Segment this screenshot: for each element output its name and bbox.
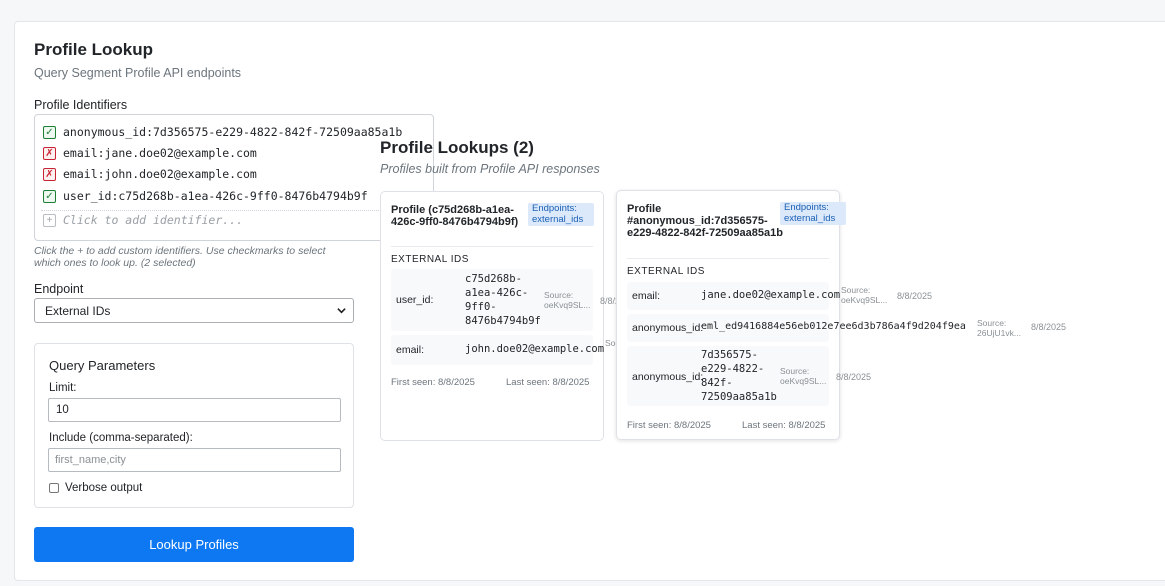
divider bbox=[391, 246, 593, 247]
external-id-value: jane.doe02@example.com bbox=[701, 289, 841, 301]
identifiers-label: Profile Identifiers bbox=[34, 98, 128, 112]
external-id-source: Source: 26UjU1vk... bbox=[977, 318, 1021, 338]
external-id-value: c75d268b-a1ea-426c-9ff0-8476b4794b9f bbox=[465, 273, 541, 327]
identifier-text: email:john.doe02@example.com bbox=[63, 167, 257, 181]
page-subtitle: Query Segment Profile API endpoints bbox=[34, 66, 242, 80]
profile-card: Profile (c75d268b-a1ea-426c-9ff0-8476b47… bbox=[380, 191, 635, 441]
include-label: Include (comma-separated): bbox=[49, 432, 193, 444]
limit-input[interactable] bbox=[48, 398, 341, 422]
external-id-key: anonymous_id: bbox=[632, 371, 704, 383]
include-input[interactable] bbox=[48, 448, 341, 472]
last-seen: Last seen: 8/8/2025 bbox=[742, 420, 826, 431]
external-id-date: 8/8/2025 bbox=[897, 291, 933, 301]
verbose-checkbox[interactable] bbox=[49, 483, 59, 493]
add-identifier-row[interactable]: + Click to add identifier... bbox=[43, 211, 243, 229]
identifier-row: ✗ email:john.doe02@example.com bbox=[43, 165, 257, 183]
query-parameters-title: Query Parameters bbox=[49, 358, 156, 373]
plus-icon[interactable]: + bbox=[43, 213, 56, 227]
identifier-row: ✓ anonymous_id:7d356575-e229-4822-842f-7… bbox=[43, 123, 402, 141]
external-id-key: user_id: bbox=[396, 294, 434, 306]
external-id-source: Source: oeKvq9SL... bbox=[780, 366, 827, 386]
checkbox-checked-icon[interactable]: ✓ bbox=[43, 125, 56, 139]
external-id-date: 8/8/2025 bbox=[836, 372, 872, 382]
chevron-down-icon bbox=[337, 308, 346, 314]
identifier-text: user_id:c75d268b-a1ea-426c-9ff0-8476b479… bbox=[63, 189, 368, 203]
endpoints-badge: Endpoints: external_ids bbox=[780, 202, 846, 225]
profile-card-title: Profile (c75d268b-a1ea-426c-9ff0-8476b47… bbox=[391, 204, 519, 228]
identifiers-help-text: Click the + to add custom identifiers. U… bbox=[34, 245, 326, 269]
checkbox-unchecked-icon[interactable]: ✗ bbox=[43, 167, 56, 181]
verbose-option[interactable]: Verbose output bbox=[49, 482, 142, 494]
section-label: EXTERNAL IDS bbox=[627, 266, 705, 277]
external-id-source: Source: oeKvq9SL... bbox=[544, 290, 591, 310]
identifiers-list: ✓ anonymous_id:7d356575-e229-4822-842f-7… bbox=[34, 114, 434, 241]
endpoint-label: Endpoint bbox=[34, 282, 84, 296]
external-id-source: Source: oeKvq9SL... bbox=[841, 285, 888, 305]
identifier-row: ✗ email:jane.doe02@example.com bbox=[43, 144, 257, 162]
checkbox-checked-icon[interactable]: ✓ bbox=[43, 189, 56, 203]
section-label: EXTERNAL IDS bbox=[391, 254, 469, 265]
external-id-key: email: bbox=[396, 344, 425, 356]
external-id-key: email: bbox=[632, 290, 661, 302]
profile-card: Profile #anonymous_id:7d356575-e229-4822… bbox=[616, 190, 1066, 440]
endpoint-selected-value: External IDs bbox=[45, 303, 111, 318]
identifier-text: email:jane.doe02@example.com bbox=[63, 146, 257, 160]
lookup-profiles-button[interactable]: Lookup Profiles bbox=[34, 527, 354, 562]
identifier-text: anonymous_id:7d356575-e229-4822-842f-725… bbox=[63, 125, 403, 139]
results-subtitle: Profiles built from Profile API response… bbox=[380, 162, 600, 176]
identifier-row: ✓ user_id:c75d268b-a1ea-426c-9ff0-8476b4… bbox=[43, 187, 368, 205]
profile-card-title: Profile #anonymous_id:7d356575-e229-4822… bbox=[627, 203, 783, 239]
endpoints-badge: Endpoints: external_ids bbox=[528, 203, 594, 226]
limit-label: Limit: bbox=[49, 382, 77, 394]
verbose-label: Verbose output bbox=[65, 482, 143, 494]
last-seen: Last seen: 8/8/2025 bbox=[506, 377, 590, 388]
results-title: Profile Lookups (2) bbox=[380, 138, 534, 157]
first-seen: First seen: 8/8/2025 bbox=[391, 377, 475, 388]
checkbox-unchecked-icon[interactable]: ✗ bbox=[43, 146, 56, 160]
external-id-value: john.doe02@example.com bbox=[465, 343, 605, 355]
page-title: Profile Lookup bbox=[34, 40, 153, 59]
endpoint-select[interactable]: External IDs bbox=[34, 298, 354, 323]
external-id-value: 7d356575-e229-4822-842f-72509aa85a1b bbox=[701, 349, 777, 403]
first-seen: First seen: 8/8/2025 bbox=[627, 420, 711, 431]
divider bbox=[627, 258, 829, 259]
add-identifier-placeholder[interactable]: Click to add identifier... bbox=[63, 213, 243, 227]
external-id-key: anonymous_id: bbox=[632, 322, 704, 334]
external-id-date: 8/8/2025 bbox=[1031, 322, 1067, 332]
query-parameters-panel: Query Parameters Limit: Include (comma-s… bbox=[34, 343, 354, 508]
external-id-value: eml_ed9416884e56eb012e7ee6d3b786a4f9d204… bbox=[701, 321, 966, 332]
